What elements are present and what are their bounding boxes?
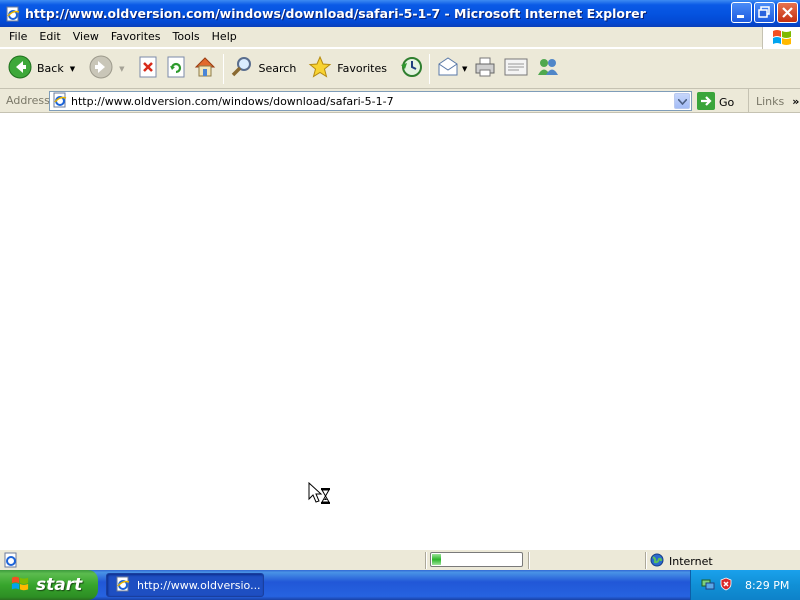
search-label: Search: [258, 62, 297, 75]
links-label: Links: [756, 94, 785, 108]
favorites-label: Favorites: [337, 62, 387, 75]
windows-logo-icon: [762, 27, 800, 49]
ie-page-icon: [52, 92, 68, 111]
history-button[interactable]: [396, 52, 426, 86]
messenger-icon: [535, 55, 561, 82]
chevron-down-icon: [676, 95, 688, 108]
window-title: http://www.oldversion.com/windows/downlo…: [25, 6, 646, 21]
edit-icon: [503, 55, 529, 82]
print-icon: [473, 55, 497, 82]
address-field[interactable]: [49, 91, 692, 111]
status-divider: [645, 552, 647, 569]
maximize-button[interactable]: [754, 2, 775, 23]
status-divider: [528, 552, 530, 569]
standard-toolbar: Back ▼ ▼ Search Favorites ▼: [0, 49, 800, 89]
print-button[interactable]: [470, 52, 500, 86]
menu-file[interactable]: File: [3, 27, 33, 48]
menu-edit[interactable]: Edit: [33, 27, 66, 48]
taskbar-button-label: http://www.oldversio...: [137, 578, 261, 592]
toolbar-separator: [429, 53, 430, 84]
menu-tools[interactable]: Tools: [167, 27, 206, 48]
messenger-button[interactable]: [532, 52, 564, 86]
clock: 8:29 PM: [745, 578, 790, 592]
mail-icon: [436, 55, 460, 82]
security-zone[interactable]: Internet: [650, 553, 713, 570]
zone-label: Internet: [669, 555, 713, 568]
links-toolbar[interactable]: Links »: [748, 89, 799, 113]
back-button[interactable]: Back ▼: [5, 52, 78, 86]
network-icon[interactable]: [701, 577, 715, 594]
maximize-icon: [755, 6, 774, 25]
address-input[interactable]: [68, 93, 658, 109]
go-button[interactable]: Go: [697, 92, 734, 113]
stop-button[interactable]: [134, 52, 162, 86]
back-label: Back: [37, 62, 64, 75]
go-label: Go: [719, 96, 735, 109]
minimize-icon: [732, 12, 751, 25]
home-button[interactable]: [190, 52, 220, 86]
address-bar: Address Go Links »: [0, 89, 800, 113]
chevron-right-icon[interactable]: »: [792, 95, 799, 108]
forward-dropdown-icon[interactable]: ▼: [119, 65, 124, 73]
refresh-icon: [165, 55, 187, 82]
globe-icon: [650, 553, 664, 570]
taskbar: start http://www.oldversio... 8:29 PM: [0, 570, 800, 600]
taskbar-button-ie[interactable]: http://www.oldversio...: [106, 573, 264, 597]
back-arrow-icon: [8, 55, 32, 82]
security-shield-icon[interactable]: [719, 577, 733, 594]
address-label: Address: [6, 94, 50, 107]
forward-arrow-icon: [89, 55, 113, 82]
menu-bar: File Edit View Favorites Tools Help: [0, 27, 800, 48]
title-bar[interactable]: http://www.oldversion.com/windows/downlo…: [0, 0, 800, 27]
status-text: [24, 553, 419, 567]
system-tray: 8:29 PM: [690, 570, 800, 600]
ie-page-icon: [3, 552, 19, 571]
menu-view[interactable]: View: [67, 27, 105, 48]
back-dropdown-icon[interactable]: ▼: [70, 65, 75, 73]
address-dropdown-button[interactable]: [674, 93, 690, 109]
refresh-button[interactable]: [162, 52, 190, 86]
close-icon: [778, 7, 797, 25]
menu-help[interactable]: Help: [206, 27, 243, 48]
go-arrow-icon: [697, 92, 715, 113]
search-icon: [230, 55, 254, 82]
minimize-button[interactable]: [731, 2, 752, 23]
stop-icon: [137, 55, 159, 82]
history-icon: [399, 55, 423, 82]
toolbar-separator: [222, 53, 224, 84]
home-icon: [193, 55, 217, 82]
menu-favorites[interactable]: Favorites: [105, 27, 167, 48]
windows-logo-icon: [10, 575, 30, 596]
favorites-star-icon: [308, 55, 332, 82]
progress-fill: [432, 554, 441, 565]
forward-button[interactable]: ▼: [86, 52, 127, 86]
edit-button[interactable]: [500, 52, 532, 86]
close-button[interactable]: [777, 2, 798, 23]
ie-page-icon: [115, 576, 131, 595]
status-divider: [425, 552, 427, 569]
status-bar: Internet: [0, 549, 800, 570]
page-content[interactable]: [0, 113, 800, 549]
ie-page-icon: [5, 6, 21, 22]
search-button[interactable]: Search: [227, 52, 300, 86]
mail-button[interactable]: ▼: [433, 52, 470, 86]
start-label: start: [36, 575, 83, 595]
mail-dropdown-icon[interactable]: ▼: [462, 65, 467, 73]
progress-bar: [430, 552, 523, 567]
favorites-button[interactable]: Favorites: [305, 52, 390, 86]
hourglass-cursor-icon: [308, 481, 334, 511]
start-button[interactable]: start: [0, 570, 98, 600]
